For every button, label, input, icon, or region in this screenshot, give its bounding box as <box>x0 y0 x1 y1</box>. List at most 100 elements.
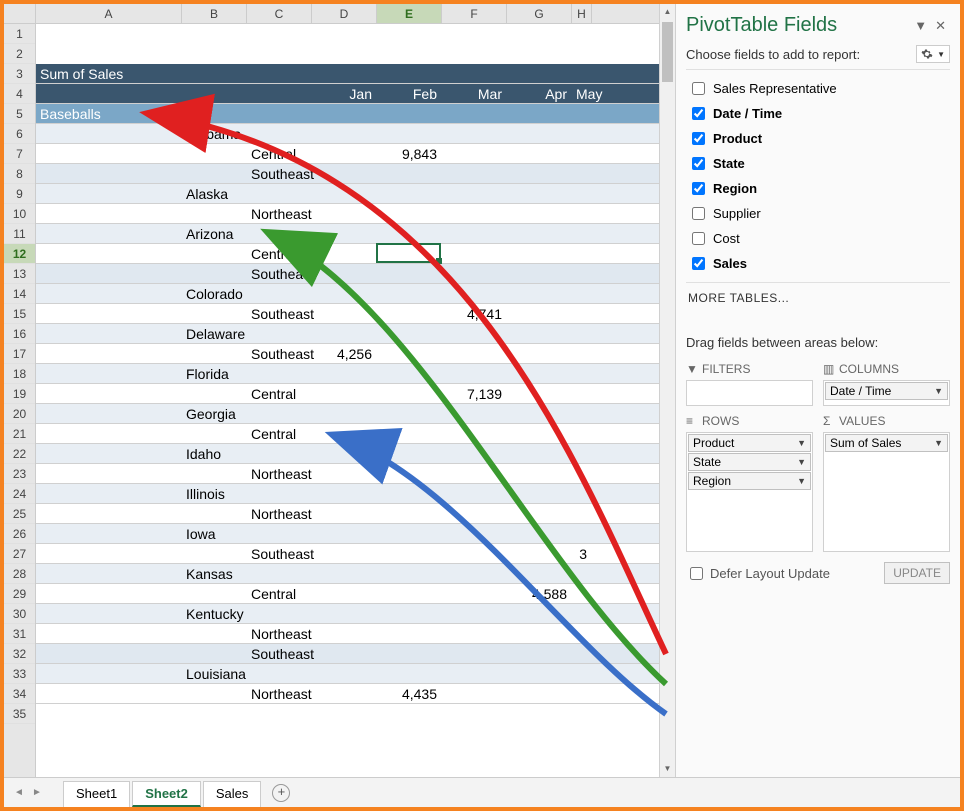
field-checkbox[interactable] <box>692 257 705 270</box>
field-checkbox[interactable] <box>692 157 705 170</box>
sheet-tab[interactable]: Sheet1 <box>63 781 130 807</box>
columns-dropzone[interactable]: Date / Time▼ <box>823 380 950 406</box>
region-label[interactable]: Southeast <box>247 344 312 363</box>
chevron-down-icon[interactable]: ▼ <box>934 386 943 396</box>
column-header-G[interactable]: G <box>507 4 572 23</box>
state-label[interactable]: Delaware <box>182 324 247 343</box>
state-label[interactable]: Idaho <box>182 444 247 463</box>
field-checkbox[interactable] <box>692 107 705 120</box>
vertical-scrollbar[interactable]: ▲ ▼ <box>659 4 675 777</box>
scroll-thumb[interactable] <box>662 22 673 82</box>
tab-nav-first[interactable]: ◄ <box>10 787 28 798</box>
row-header[interactable]: 6 <box>4 124 35 144</box>
field-item[interactable]: Product <box>686 126 950 151</box>
state-label[interactable]: Iowa <box>182 524 247 543</box>
row-header[interactable]: 20 <box>4 404 35 424</box>
value-cell[interactable]: 9,843 <box>377 144 442 163</box>
row-header[interactable]: 26 <box>4 524 35 544</box>
row-header[interactable]: 25 <box>4 504 35 524</box>
defer-update-checkbox[interactable] <box>690 567 703 580</box>
value-cell[interactable]: 4,741 <box>442 304 507 323</box>
row-header[interactable]: 8 <box>4 164 35 184</box>
row-header[interactable]: 9 <box>4 184 35 204</box>
rows-dropzone[interactable]: Product▼State▼Region▼ <box>686 432 813 552</box>
state-label[interactable]: Kansas <box>182 564 247 583</box>
row-header[interactable]: 27 <box>4 544 35 564</box>
field-item[interactable]: Date / Time <box>686 101 950 126</box>
row-header[interactable]: 32 <box>4 644 35 664</box>
scroll-down-arrow[interactable]: ▼ <box>660 761 675 777</box>
area-field-pill[interactable]: Region▼ <box>688 472 811 490</box>
row-header[interactable]: 22 <box>4 444 35 464</box>
row-header[interactable]: 3 <box>4 64 35 84</box>
row-header[interactable]: 12 <box>4 244 35 264</box>
value-cell[interactable]: 4,588 <box>507 584 572 603</box>
region-label[interactable]: Central <box>247 384 312 403</box>
region-label[interactable]: Central <box>247 584 312 603</box>
column-header-C[interactable]: C <box>247 4 312 23</box>
chevron-down-icon[interactable]: ▼ <box>797 476 806 486</box>
gear-button[interactable]: ▼ <box>916 45 950 63</box>
column-header-F[interactable]: F <box>442 4 507 23</box>
chevron-down-icon[interactable]: ▼ <box>934 438 943 448</box>
column-header-D[interactable]: D <box>312 4 377 23</box>
state-label[interactable]: Alabama <box>182 124 247 143</box>
pane-menu-icon[interactable]: ▼ <box>910 16 931 35</box>
row-header[interactable]: 10 <box>4 204 35 224</box>
area-field-pill[interactable]: State▼ <box>688 453 811 471</box>
region-label[interactable]: Southeast <box>247 264 312 283</box>
state-label[interactable]: Illinois <box>182 484 247 503</box>
new-sheet-button[interactable]: + <box>272 784 290 802</box>
field-checkbox[interactable] <box>692 207 705 220</box>
row-header[interactable]: 13 <box>4 264 35 284</box>
region-label[interactable]: Central <box>247 144 312 163</box>
value-cell[interactable]: 3 <box>572 544 592 563</box>
state-label[interactable]: Arizona <box>182 224 247 243</box>
column-header-E[interactable]: E <box>377 4 442 23</box>
sheet-tab[interactable]: Sales <box>203 781 262 807</box>
filters-dropzone[interactable] <box>686 380 813 406</box>
more-tables-link[interactable]: MORE TABLES... <box>686 283 950 325</box>
scroll-up-arrow[interactable]: ▲ <box>660 4 675 20</box>
row-header[interactable]: 30 <box>4 604 35 624</box>
row-header[interactable]: 35 <box>4 704 35 724</box>
region-label[interactable]: Northeast <box>247 684 312 703</box>
region-label[interactable]: Southeast <box>247 544 312 563</box>
row-header[interactable]: 24 <box>4 484 35 504</box>
region-label[interactable]: Southeast <box>247 164 312 183</box>
region-label[interactable]: Southeast <box>247 644 312 663</box>
row-header[interactable]: 4 <box>4 84 35 104</box>
value-cell[interactable]: 7,139 <box>442 384 507 403</box>
field-checkbox[interactable] <box>692 82 705 95</box>
value-cell[interactable]: 4,435 <box>377 684 442 703</box>
row-header[interactable]: 29 <box>4 584 35 604</box>
row-header[interactable]: 18 <box>4 364 35 384</box>
chevron-down-icon[interactable]: ▼ <box>797 457 806 467</box>
region-label[interactable]: Central <box>247 424 312 443</box>
product-row-label[interactable]: Baseballs <box>36 104 182 123</box>
cells-area[interactable]: Sum of SalesJanFebMarAprMayBaseballsAlab… <box>36 24 659 777</box>
state-label[interactable]: Florida <box>182 364 247 383</box>
area-field-pill[interactable]: Date / Time▼ <box>825 382 948 400</box>
row-header[interactable]: 34 <box>4 684 35 704</box>
field-checkbox[interactable] <box>692 132 705 145</box>
row-header[interactable]: 5 <box>4 104 35 124</box>
row-header[interactable]: 28 <box>4 564 35 584</box>
state-label[interactable]: Kentucky <box>182 604 247 623</box>
area-field-pill[interactable]: Product▼ <box>688 434 811 452</box>
area-field-pill[interactable]: Sum of Sales▼ <box>825 434 948 452</box>
region-label[interactable]: Northeast <box>247 624 312 643</box>
region-label[interactable]: Northeast <box>247 504 312 523</box>
row-header[interactable]: 17 <box>4 344 35 364</box>
state-label[interactable]: Alaska <box>182 184 247 203</box>
sheet-tab[interactable]: Sheet2 <box>132 781 201 807</box>
row-header[interactable]: 19 <box>4 384 35 404</box>
tab-nav-prev[interactable]: ► <box>28 787 46 798</box>
state-label[interactable]: Colorado <box>182 284 247 303</box>
row-header[interactable]: 11 <box>4 224 35 244</box>
row-header[interactable]: 16 <box>4 324 35 344</box>
row-header[interactable]: 1 <box>4 24 35 44</box>
field-item[interactable]: State <box>686 151 950 176</box>
field-checkbox[interactable] <box>692 182 705 195</box>
row-header[interactable]: 31 <box>4 624 35 644</box>
